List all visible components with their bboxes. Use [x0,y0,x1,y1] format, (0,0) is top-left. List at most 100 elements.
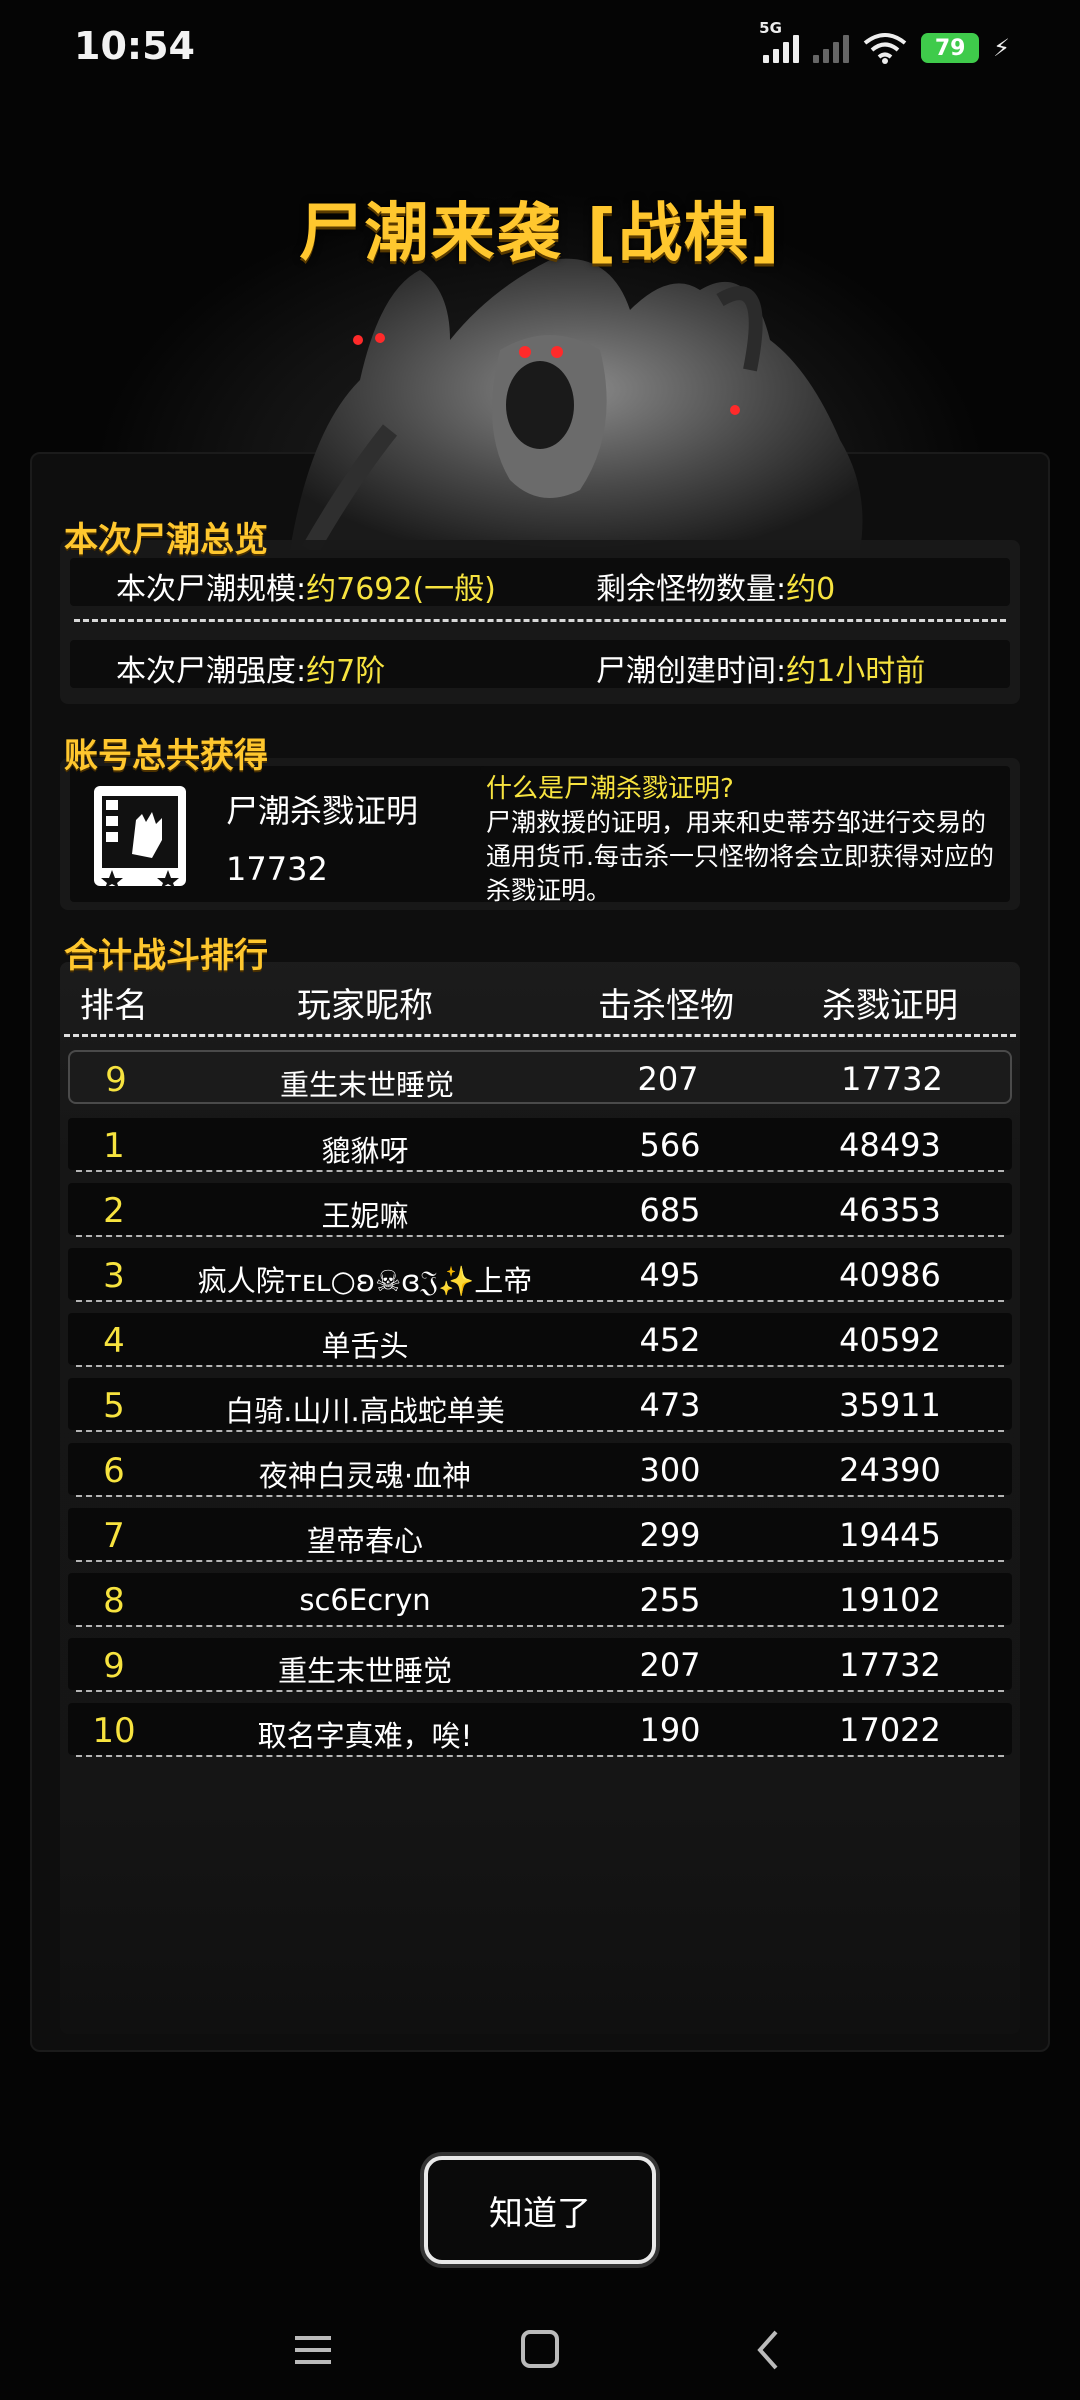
charging-bolt-icon: ⚡ [993,34,1010,62]
info-title: 什么是尸潮杀戮证明? [486,774,734,804]
signal-2-icon [813,33,850,63]
row-name: 王妮嘛 [321,1199,409,1233]
overview-row-1: 本次尸潮规模:约7692(一般) 剩余怪物数量:约0 [70,558,1010,607]
my-rank-row[interactable]: 9 重生末世睡觉 207 17732 [68,1050,1012,1104]
row-proof: 48493 [839,1126,941,1164]
row-proof: 17732 [839,1646,941,1684]
overview-row-2: 本次尸潮强度:约7阶 尸潮创建时间:约1小时前 [70,640,1010,689]
table-row[interactable]: 7 望帝春心 299 19445 [68,1508,1012,1562]
remaining-stat: 剩余怪物数量:约0 [596,572,836,607]
overview-divider [74,619,1006,622]
table-row[interactable]: 4 单舌头 452 40592 [68,1313,1012,1367]
home-icon[interactable] [510,2322,570,2378]
network-type: 5G [759,19,782,37]
row-name: 重生末世睡觉 [277,1654,453,1688]
row-rank: 3 [103,1256,125,1296]
row-kills: 452 [639,1321,701,1359]
header-rank: 排名 [80,986,148,1026]
row-proof: 17022 [839,1711,941,1749]
table-row[interactable]: 6 夜神白灵魂·血神 300 24390 [68,1443,1012,1497]
table-row[interactable]: 10 取名字真难，唉! 190 17022 [68,1703,1012,1757]
page-title: 尸潮来袭 [战棋] [298,197,782,271]
row-proof: 19445 [839,1516,941,1554]
row-rank: 8 [103,1581,125,1621]
row-name: 单舌头 [321,1329,409,1363]
zombie-horde-illustration [290,258,863,550]
row-kills: 566 [639,1126,701,1164]
status-time: 10:54 [74,24,195,68]
overview-section-label: 本次尸潮总览 [64,520,268,560]
status-icons: 5G 79 ⚡ [759,19,1010,70]
row-rank: 10 [92,1711,136,1751]
header-kills: 击杀怪物 [598,986,734,1026]
row-rank: 5 [103,1386,125,1426]
kill-proof-count: 17732 [226,850,328,888]
row-kills: 255 [639,1581,701,1619]
table-row[interactable]: 5 白骑.山川.高战蛇单美 473 35911 [68,1378,1012,1432]
my-name: 重生末世睡觉 [279,1068,455,1102]
account-panel: 尸潮杀戮证明 17732 什么是尸潮杀戮证明? 尸潮救援的证明，用来和史蒂芬邹进… [60,758,1020,910]
remaining-value: 约0 [786,572,836,607]
battery-indicator: 79 [921,33,980,63]
header-divider [64,1034,1016,1037]
kill-proof-ticket-icon [94,786,186,888]
row-kills: 190 [639,1711,701,1749]
my-rank: 9 [105,1060,127,1100]
row-proof: 40592 [839,1321,941,1359]
row-proof: 40986 [839,1256,941,1294]
row-name: 白骑.山川.高战蛇单美 [225,1394,505,1428]
table-row[interactable]: 8 sc6Ecryn 255 19102 [68,1573,1012,1627]
overview-panel: 本次尸潮规模:约7692(一般) 剩余怪物数量:约0 本次尸潮强度:约7阶 尸潮… [60,540,1020,704]
table-row[interactable]: 2 王妮嘛 685 46353 [68,1183,1012,1237]
row-proof: 24390 [839,1451,941,1489]
strength-stat: 本次尸潮强度:约7阶 [116,654,386,689]
header-proof: 杀戮证明 [822,986,958,1026]
signal-icon: 5G [759,19,800,63]
header-name: 玩家昵称 [297,986,433,1026]
row-kills: 300 [639,1451,701,1489]
kill-proof-card: 尸潮杀戮证明 17732 [70,766,530,902]
row-name: 望帝春心 [306,1524,424,1558]
row-name: sc6Ecryn [299,1583,431,1617]
row-rank: 7 [103,1516,125,1556]
row-name: 取名字真难，唉! [257,1719,473,1753]
kill-proof-info[interactable]: 什么是尸潮杀戮证明? 尸潮救援的证明，用来和史蒂芬邹进行交易的通用货币.每击杀一… [480,766,1010,902]
created-stat: 尸潮创建时间:约1小时前 [596,654,926,689]
row-rank: 9 [103,1646,125,1686]
menu-icon[interactable] [283,2322,343,2378]
kill-proof-name: 尸潮杀戮证明 [226,792,419,830]
row-kills: 473 [639,1386,701,1424]
row-rank: 4 [103,1321,125,1361]
row-kills: 207 [639,1646,701,1684]
my-kills: 207 [637,1060,699,1098]
row-kills: 685 [639,1191,701,1229]
row-name: 疯人院ᴛᴇʟ○ʚ☠ɞ𝔍✨上帝 [197,1264,533,1298]
table-row[interactable]: 1 貔貅呀 566 48493 [68,1118,1012,1172]
row-rank: 6 [103,1451,125,1491]
strength-value: 约7阶 [306,654,386,689]
ranking-section-label: 合计战斗排行 [64,936,268,976]
system-nav-bar [0,2300,1080,2400]
row-name: 夜神白灵魂·血神 [258,1459,472,1493]
row-kills: 299 [639,1516,701,1554]
account-section-label: 账号总共获得 [64,736,268,776]
row-proof: 19102 [839,1581,941,1619]
created-value: 约1小时前 [786,654,926,689]
back-icon[interactable] [740,2322,800,2378]
row-proof: 46353 [839,1191,941,1229]
row-rank: 2 [103,1191,125,1231]
scale-stat: 本次尸潮规模:约7692(一般) [116,572,496,607]
my-proof: 17732 [841,1060,943,1098]
ranking-panel: 排名 玩家昵称 击杀怪物 杀戮证明 9 重生末世睡觉 207 17732 1 貔… [60,962,1020,2034]
info-body: 尸潮救援的证明，用来和史蒂芬邹进行交易的通用货币.每击杀一只怪物将会立即获得对应… [486,808,994,902]
row-rank: 1 [103,1126,125,1166]
table-row[interactable]: 9 重生末世睡觉 207 17732 [68,1638,1012,1692]
row-kills: 495 [639,1256,701,1294]
table-row[interactable]: 3 疯人院ᴛᴇʟ○ʚ☠ɞ𝔍✨上帝 495 40986 [68,1248,1012,1302]
row-name: 貔貅呀 [321,1134,409,1168]
row-proof: 35911 [839,1386,941,1424]
wifi-icon [863,33,907,64]
scale-value: 约7692(一般) [306,572,496,607]
confirm-button[interactable]: 知道了 [424,2156,656,2264]
status-bar: 10:54 5G 79 ⚡ [0,0,1080,96]
